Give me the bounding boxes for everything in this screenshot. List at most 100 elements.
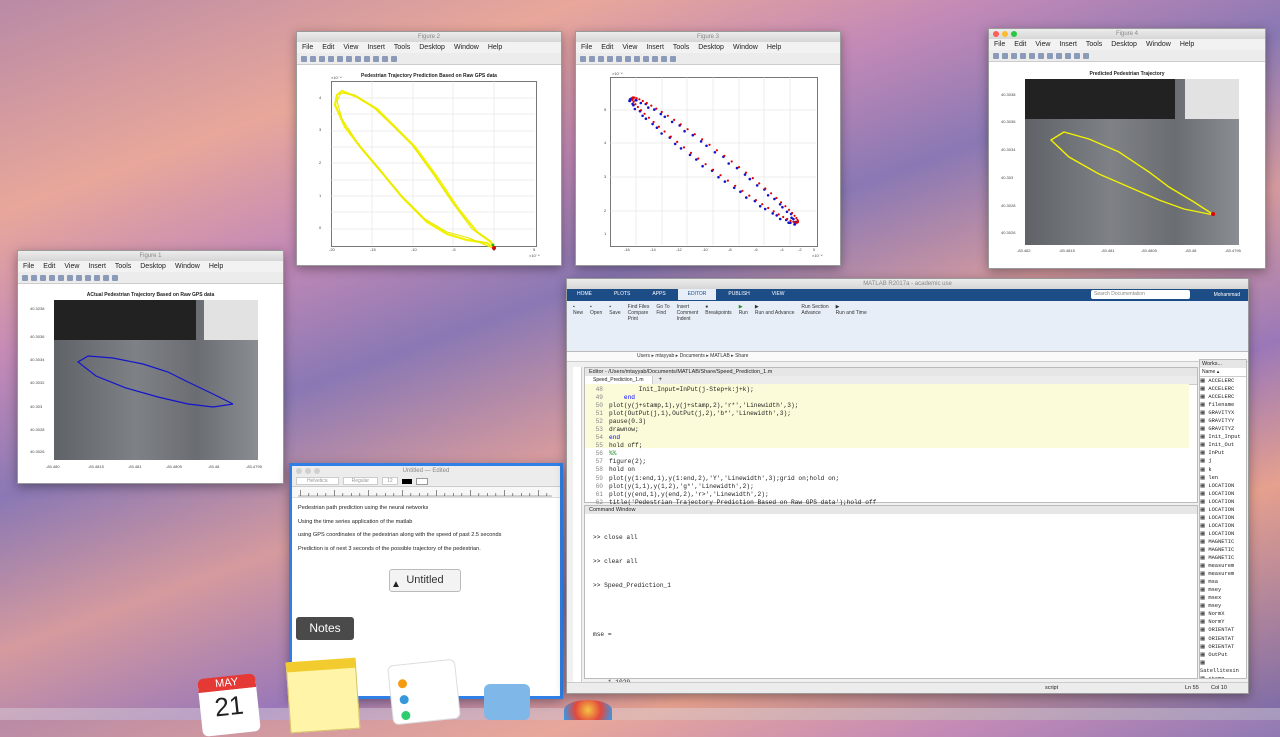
open-icon[interactable] xyxy=(1002,52,1008,59)
zoom-out-icon[interactable] xyxy=(625,55,631,62)
pan-icon[interactable] xyxy=(76,274,82,281)
workspace-variable[interactable]: ▦ LOCATION xyxy=(1200,506,1246,514)
run-advance-button[interactable]: ▶ Run and Advance xyxy=(755,304,794,348)
menu-window[interactable]: Window xyxy=(175,261,200,272)
new-figure-icon[interactable] xyxy=(22,274,28,281)
menu-edit[interactable]: Edit xyxy=(601,42,613,53)
print-button[interactable]: Print xyxy=(628,316,638,322)
zoom-in-icon[interactable] xyxy=(616,55,622,62)
workspace-variable[interactable]: ▦ ORIENTAT xyxy=(1200,626,1246,634)
pan-icon[interactable] xyxy=(355,55,361,62)
figure-1-window[interactable]: Figure 1 File Edit View Insert Tools Desktop W… xyxy=(17,250,284,484)
tab-editor[interactable]: EDITOR xyxy=(677,289,717,300)
zoom-icon[interactable] xyxy=(314,468,320,474)
workspace-variable[interactable]: ▦ MAGNETIC xyxy=(1200,538,1246,546)
text-color-swatch[interactable] xyxy=(401,478,412,484)
datacursor-icon[interactable] xyxy=(1065,52,1071,59)
menu-help[interactable]: Help xyxy=(767,42,781,53)
reminders-app-icon[interactable] xyxy=(387,658,461,726)
close-icon[interactable] xyxy=(993,31,999,37)
menu-desktop[interactable]: Desktop xyxy=(419,42,445,53)
menu-file[interactable]: File xyxy=(994,39,1005,50)
workspace-variable[interactable]: ▦ msa xyxy=(1200,578,1246,586)
new-button[interactable]: ▪ New xyxy=(573,304,583,348)
path-segment[interactable]: mtayyab xyxy=(655,353,674,359)
tab-publish[interactable]: PUBLISH xyxy=(718,289,759,300)
document-body[interactable]: Pedestrian path prediction using the neu… xyxy=(292,498,560,560)
menu-insert[interactable]: Insert xyxy=(88,261,106,272)
zoom-out-icon[interactable] xyxy=(346,55,352,62)
tab-view[interactable]: VIEW xyxy=(762,289,795,300)
current-folder-strip[interactable] xyxy=(573,367,582,683)
tab-plots[interactable]: PLOTS xyxy=(604,289,640,300)
workspace-variable[interactable]: ▦ len xyxy=(1200,474,1246,482)
zoom-in-icon[interactable] xyxy=(58,274,64,281)
command-window[interactable]: Command Window >> close all >> clear all… xyxy=(584,505,1198,686)
menu-tools[interactable]: Tools xyxy=(673,42,689,53)
rotate-icon[interactable] xyxy=(1056,52,1062,59)
workspace-variable[interactable]: ▦ LOCATION xyxy=(1200,530,1246,538)
search-input[interactable]: Search Documentation xyxy=(1091,290,1190,299)
new-figure-icon[interactable] xyxy=(301,55,307,62)
matlab-titlebar[interactable]: MATLAB R2017a - academic use xyxy=(567,279,1248,289)
workspace-variable[interactable]: ▦ OutPut xyxy=(1200,651,1246,659)
menu-insert[interactable]: Insert xyxy=(646,42,664,53)
print-icon[interactable] xyxy=(49,274,55,281)
rotate-icon[interactable] xyxy=(643,55,649,62)
new-figure-icon[interactable] xyxy=(580,55,586,62)
menu-insert[interactable]: Insert xyxy=(367,42,385,53)
photos-app-icon[interactable] xyxy=(564,700,612,720)
open-icon[interactable] xyxy=(589,55,595,62)
legend-icon[interactable] xyxy=(1083,52,1089,59)
menu-file[interactable]: File xyxy=(23,261,34,272)
menu-file[interactable]: File xyxy=(302,42,313,53)
workspace-variable[interactable]: ▦ InPut xyxy=(1200,449,1246,457)
brush-icon[interactable] xyxy=(1074,52,1080,59)
menu-tools[interactable]: Tools xyxy=(115,261,131,272)
highlight-color-swatch[interactable] xyxy=(415,477,428,485)
menu-edit[interactable]: Edit xyxy=(1014,39,1026,50)
textedit-titlebar[interactable]: Untitled — Edited xyxy=(292,466,560,476)
tab-apps[interactable]: APPS xyxy=(642,289,675,300)
workspace-variable[interactable]: ▦ ACCELERC xyxy=(1200,377,1246,385)
open-icon[interactable] xyxy=(310,55,316,62)
legend-icon[interactable] xyxy=(670,55,676,62)
path-segment[interactable]: Documents xyxy=(680,353,705,359)
workspace-variable[interactable]: ▦ msey xyxy=(1200,602,1246,610)
zoom-in-icon[interactable] xyxy=(1029,52,1035,59)
workspace-variable[interactable]: ▦ LOCATION xyxy=(1200,514,1246,522)
workspace-variable[interactable]: ▦ Satellitesin xyxy=(1200,659,1246,675)
menu-tools[interactable]: Tools xyxy=(394,42,410,53)
open-button[interactable]: ▪ Open xyxy=(590,304,602,348)
legend-icon[interactable] xyxy=(112,274,118,281)
workspace-variable[interactable]: ▦ GRAVITYX xyxy=(1200,409,1246,417)
datacursor-icon[interactable] xyxy=(373,55,379,62)
workspace-variable[interactable]: ▦ j xyxy=(1200,457,1246,465)
menu-edit[interactable]: Edit xyxy=(322,42,334,53)
menu-view[interactable]: View xyxy=(1035,39,1050,50)
breakpoints-button[interactable]: ● Breakpoints xyxy=(705,304,731,348)
add-tab-icon[interactable]: + xyxy=(655,377,663,383)
user-menu[interactable]: Mohammad xyxy=(1214,289,1240,301)
brush-icon[interactable] xyxy=(661,55,667,62)
menu-desktop[interactable]: Desktop xyxy=(1111,39,1137,50)
workspace-variable[interactable]: ▦ MAGNETIC xyxy=(1200,554,1246,562)
figure-2-window[interactable]: Figure 2 File Edit View Insert Tools Desktop W… xyxy=(296,31,562,266)
workspace-variable[interactable]: ▦ LOCATION xyxy=(1200,490,1246,498)
minimize-icon[interactable] xyxy=(305,468,311,474)
workspace-variable[interactable]: ▦ MAGNETIC xyxy=(1200,546,1246,554)
font-size-select[interactable]: 12 xyxy=(382,477,398,485)
menu-insert[interactable]: Insert xyxy=(1059,39,1077,50)
workspace-variable[interactable]: ▦ Init_Input xyxy=(1200,433,1246,441)
code-area[interactable]: 48 Init_Input=InPut(j-Step+k:j+k); 49 en… xyxy=(585,385,1197,507)
brush-icon[interactable] xyxy=(103,274,109,281)
workspace-variable[interactable]: ▦ ORIENTAT xyxy=(1200,643,1246,651)
save-icon[interactable] xyxy=(40,274,46,281)
workspace-variable[interactable]: ▦ GRAVITYZ xyxy=(1200,425,1246,433)
notes-app-icon[interactable] xyxy=(285,657,361,734)
zoom-in-icon[interactable] xyxy=(337,55,343,62)
workspace-variable[interactable]: ▦ ORIENTAT xyxy=(1200,635,1246,643)
advance-button[interactable]: Advance xyxy=(801,310,820,316)
open-icon[interactable] xyxy=(31,274,37,281)
zoom-out-icon[interactable] xyxy=(67,274,73,281)
